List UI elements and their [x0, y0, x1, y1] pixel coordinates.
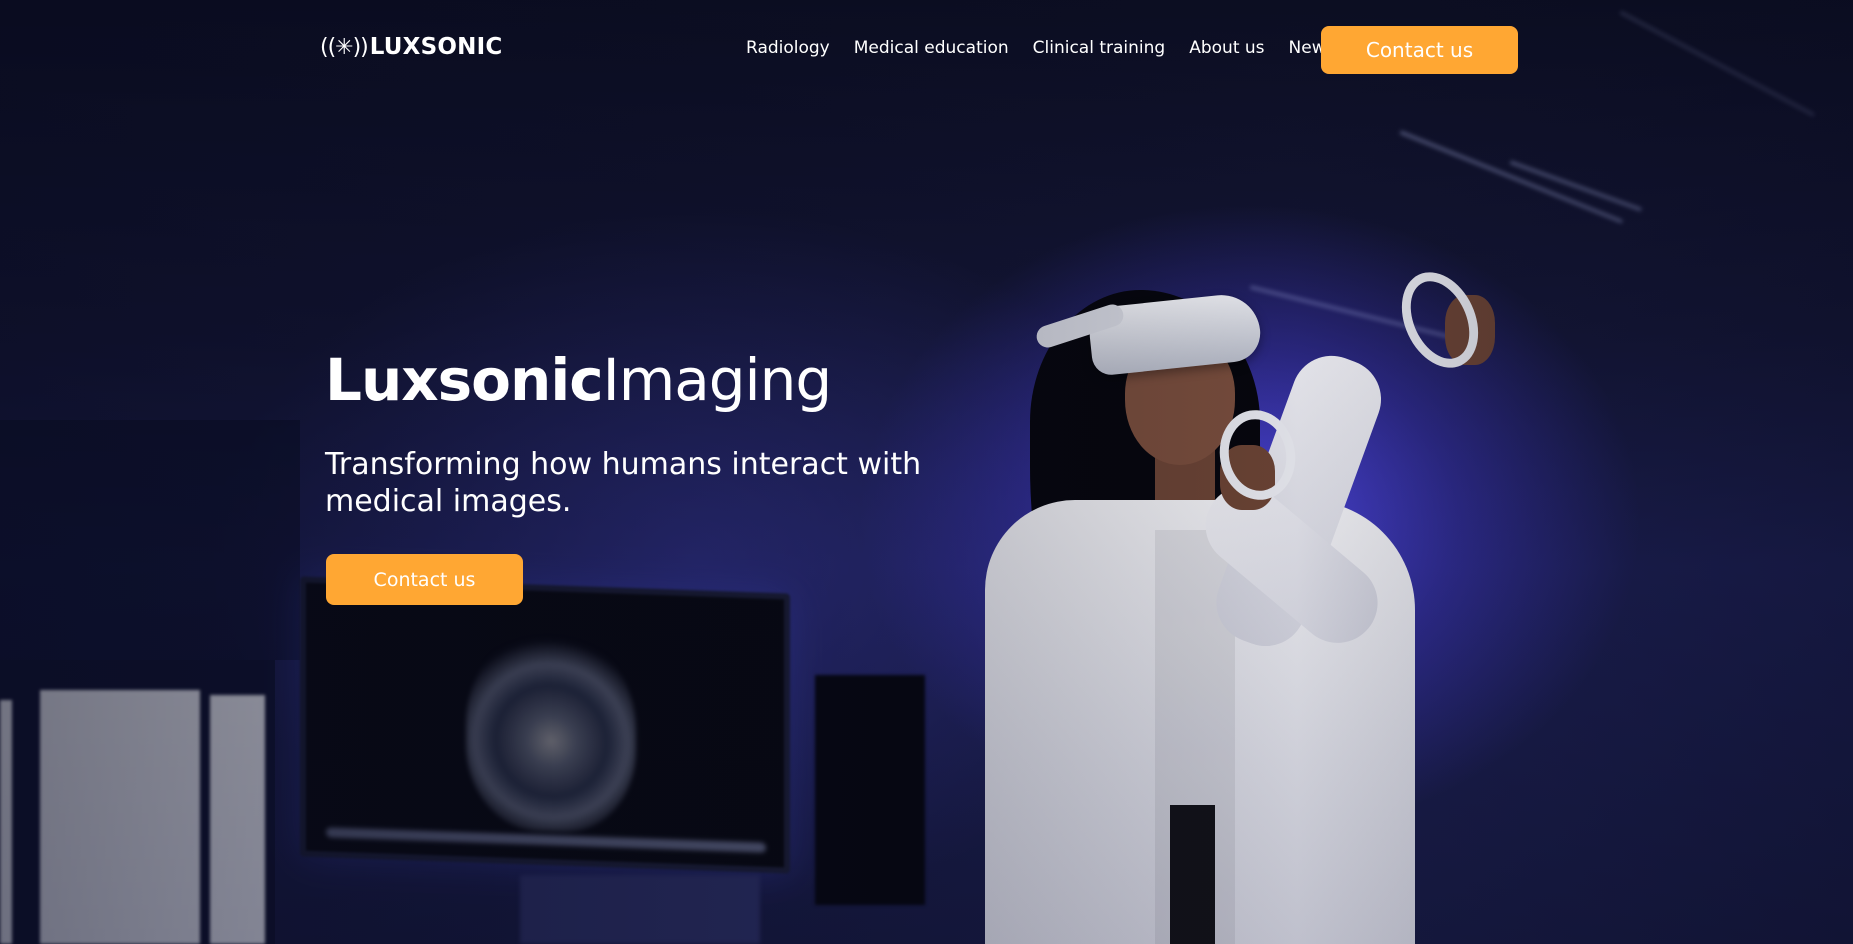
- header-contact-button[interactable]: Contact us: [1321, 26, 1518, 74]
- nav-item-medical-education[interactable]: Medical education: [854, 38, 1009, 58]
- nav-item-radiology[interactable]: Radiology: [746, 38, 830, 58]
- nav-item-clinical-training[interactable]: Clinical training: [1033, 38, 1166, 58]
- logo-text: LUXSONIC: [369, 34, 503, 60]
- luxsonic-logo[interactable]: ((✳)) LUXSONIC: [320, 34, 502, 60]
- site-header: ((✳)) LUXSONIC Radiology Medical educati…: [0, 0, 1853, 100]
- main-nav: Radiology Medical education Clinical tra…: [746, 38, 1358, 58]
- hero-title-suffix: Imaging: [602, 346, 833, 414]
- hero-subtitle: Transforming how humans interact with me…: [325, 447, 922, 519]
- hero-title: LuxsonicImaging: [325, 340, 833, 420]
- nav-item-about-us[interactable]: About us: [1189, 38, 1264, 58]
- hero-title-brand: Luxsonic: [325, 346, 604, 414]
- hero-contact-button[interactable]: Contact us: [326, 554, 523, 605]
- logo-mark-icon: ((✳)): [320, 34, 369, 60]
